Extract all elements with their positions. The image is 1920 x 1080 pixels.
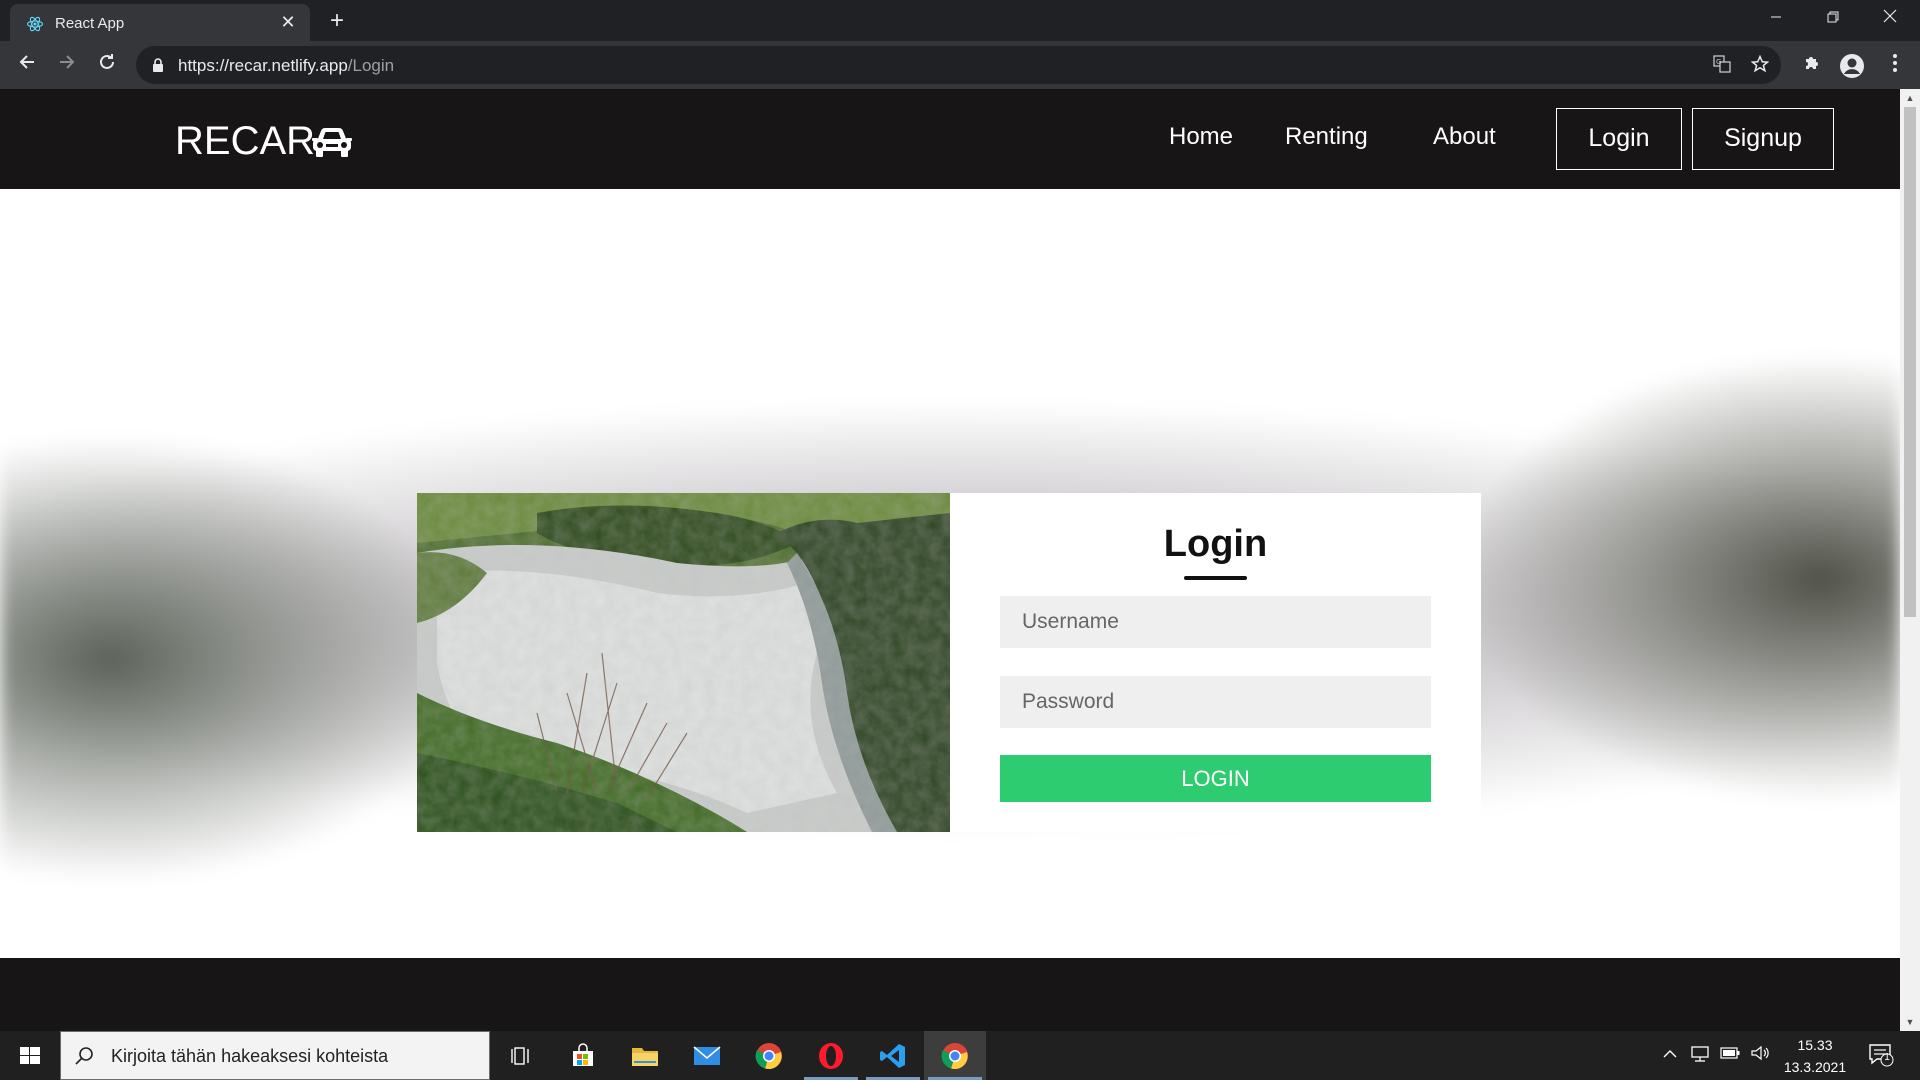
extensions-puzzle-icon[interactable] [1800,53,1824,77]
url-text: https://recar.netlify.app/Login [178,56,395,75]
nav-signup-button[interactable]: Signup [1692,108,1834,170]
tab-title: React App [55,15,125,32]
browser-tab-strip: React App ✕ + [0,0,1920,41]
volume-icon[interactable] [1750,1045,1770,1065]
site-footer [0,958,1900,1031]
chrome-active-icon[interactable] [924,1031,986,1080]
search-icon [75,1047,93,1065]
page-viewport: RECAR Home Renting About Login Signup Lo… [0,89,1900,1031]
mail-icon[interactable] [676,1031,738,1080]
address-bar[interactable]: https://recar.netlify.app/Login G [136,46,1781,84]
reload-icon[interactable] [93,51,121,79]
taskbar-search[interactable]: Kirjoita tähän hakeaksesi kohteista [60,1031,490,1080]
nav-about[interactable]: About [1433,123,1496,151]
lock-icon [153,58,163,72]
opera-icon[interactable] [800,1031,862,1080]
vscode-icon[interactable] [862,1031,924,1080]
browser-toolbar: https://recar.netlify.app/Login G [0,41,1920,89]
site-navbar: RECAR Home Renting About Login Signup [0,89,1900,189]
login-hero: Login LOGIN [0,189,1900,958]
nav-login-button[interactable]: Login [1556,108,1682,170]
profile-avatar-icon[interactable] [1839,53,1864,78]
login-card: Login LOGIN [417,493,1481,832]
chevron-up-icon[interactable] [1660,1045,1680,1065]
minimize-icon[interactable] [1756,4,1796,34]
file-explorer-icon[interactable] [614,1031,676,1080]
microsoft-store-icon[interactable] [552,1031,614,1080]
back-arrow-icon[interactable] [13,51,41,79]
chrome-icon[interactable] [738,1031,800,1080]
cliff-photo [417,493,950,832]
menu-kebab-icon[interactable] [1883,53,1907,77]
battery-icon[interactable] [1720,1045,1740,1065]
close-icon[interactable]: ✕ [278,12,298,32]
bookmark-star-icon[interactable] [1750,54,1770,75]
brand-name: RECAR [175,119,316,163]
title-underline [1184,576,1247,580]
clock-time: 15.33 [1797,1037,1833,1053]
clock-date: 13.3.2021 [1783,1059,1847,1075]
car-icon [312,127,353,157]
windows-taskbar: Kirjoita tähän hakeaksesi kohteista 15.3… [0,1031,1920,1080]
system-clock[interactable]: 15.33 13.3.2021 [1770,1034,1860,1078]
browser-tab[interactable]: React App ✕ [10,4,310,41]
window-close-icon[interactable] [1870,4,1910,34]
nav-home[interactable]: Home [1169,123,1233,151]
network-icon[interactable] [1690,1045,1710,1065]
login-title: Login [1163,523,1268,565]
restore-icon[interactable] [1813,4,1853,34]
translate-icon[interactable]: G [1712,55,1732,75]
windows-logo-icon [20,1047,40,1064]
new-tab-button[interactable]: + [325,9,349,33]
task-view-icon[interactable] [490,1031,552,1080]
notification-count: 1 [1884,1052,1890,1063]
react-logo-icon [26,16,44,32]
page-scrollbar[interactable]: ▲ ▼ [1900,89,1920,1031]
password-input[interactable] [1000,676,1431,728]
scroll-down-arrow-icon[interactable]: ▼ [1905,1017,1915,1027]
login-submit-button[interactable]: LOGIN [1000,755,1431,802]
login-form: Login LOGIN [950,493,1481,832]
brand-logo[interactable]: RECAR [175,119,353,164]
username-input[interactable] [1000,596,1431,648]
start-button[interactable] [0,1031,60,1080]
scrollbar-thumb[interactable] [1904,107,1916,617]
nav-renting[interactable]: Renting [1285,123,1368,151]
search-placeholder: Kirjoita tähän hakeaksesi kohteista [111,1046,389,1066]
svg-text:G: G [1716,58,1721,66]
forward-arrow-icon[interactable] [53,51,81,79]
notification-center-icon[interactable]: 1 [1868,1043,1894,1067]
scroll-up-arrow-icon[interactable]: ▲ [1905,93,1915,103]
